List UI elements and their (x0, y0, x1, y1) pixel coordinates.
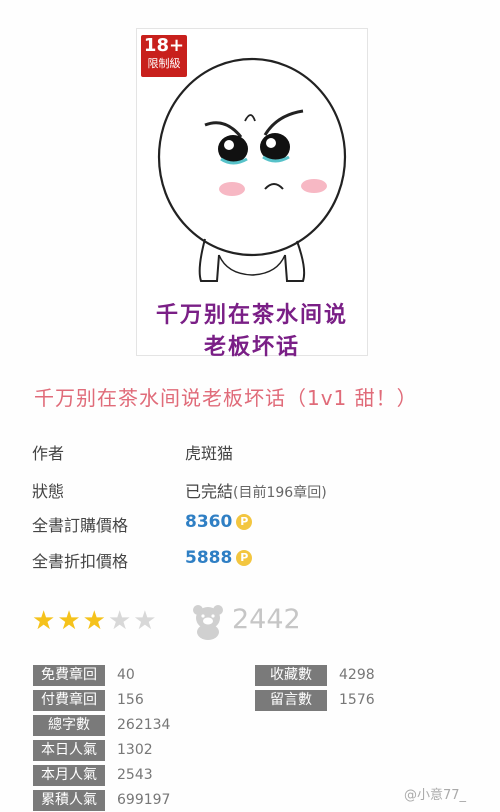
cover-title-line1: 千万别在茶水间说 (155, 303, 348, 328)
badge-text: 限制級 (147, 57, 181, 70)
stat-value: 699197 (117, 792, 171, 808)
discount-value: 5888 P (185, 548, 253, 568)
star-filled-icon[interactable]: ★ (83, 606, 106, 636)
stat-value: 2543 (117, 767, 153, 783)
book-title: 千万别在茶水间说老板坏话（1v1 甜！） (34, 386, 418, 410)
discount-label: 全書折扣價格 (32, 552, 129, 571)
star-rating[interactable]: ★★★★★ (32, 608, 159, 634)
stat-value: 40 (117, 667, 135, 683)
cover-title-line2: 老板坏话 (203, 335, 300, 360)
status-text: 已完結 (185, 482, 234, 501)
stat-label: 本月人氣 (33, 765, 105, 786)
stat-value: 1576 (339, 692, 375, 708)
price-amount: 8360 (185, 512, 233, 532)
discount-amount: 5888 (185, 548, 233, 568)
stat-label: 本日人氣 (33, 740, 105, 761)
stat-value: 4298 (339, 667, 375, 683)
fans-count: 2442 (232, 604, 301, 635)
star-empty-icon[interactable]: ★ (108, 606, 131, 636)
star-filled-icon[interactable]: ★ (32, 606, 55, 636)
stat-label: 留言數 (255, 690, 327, 711)
stat-label: 累積人氣 (33, 790, 105, 811)
stat-value: 156 (117, 692, 144, 708)
stat-label: 免費章回 (33, 665, 105, 686)
coin-icon: P (236, 514, 253, 530)
stat-label: 付費章回 (33, 690, 105, 711)
author-link[interactable]: 虎斑猫 (185, 440, 233, 464)
price-label: 全書訂購價格 (32, 516, 129, 535)
star-filled-icon[interactable]: ★ (57, 606, 80, 636)
stat-value: 262134 (117, 717, 171, 733)
price-value: 8360 P (185, 512, 253, 532)
bear-icon (193, 605, 223, 640)
author-label: 作者 (32, 444, 65, 463)
stat-label: 總字數 (33, 715, 105, 736)
chapter-count: (目前196章回) (233, 485, 327, 501)
stat-value: 1302 (117, 742, 153, 758)
status-value: 已完結(目前196章回) (185, 478, 327, 502)
weibo-watermark: @小意77_ (404, 788, 467, 803)
status-label: 狀態 (32, 482, 65, 501)
stat-label: 收藏數 (255, 665, 327, 686)
badge-number: 18+ (143, 35, 185, 56)
book-cover[interactable]: 18+ 限制級 千万别在茶水间说 老板坏话 (136, 28, 368, 360)
age-rating-badge: 18+ 限制級 (141, 35, 187, 77)
star-empty-icon[interactable]: ★ (133, 606, 156, 636)
coin-icon: P (236, 550, 253, 566)
